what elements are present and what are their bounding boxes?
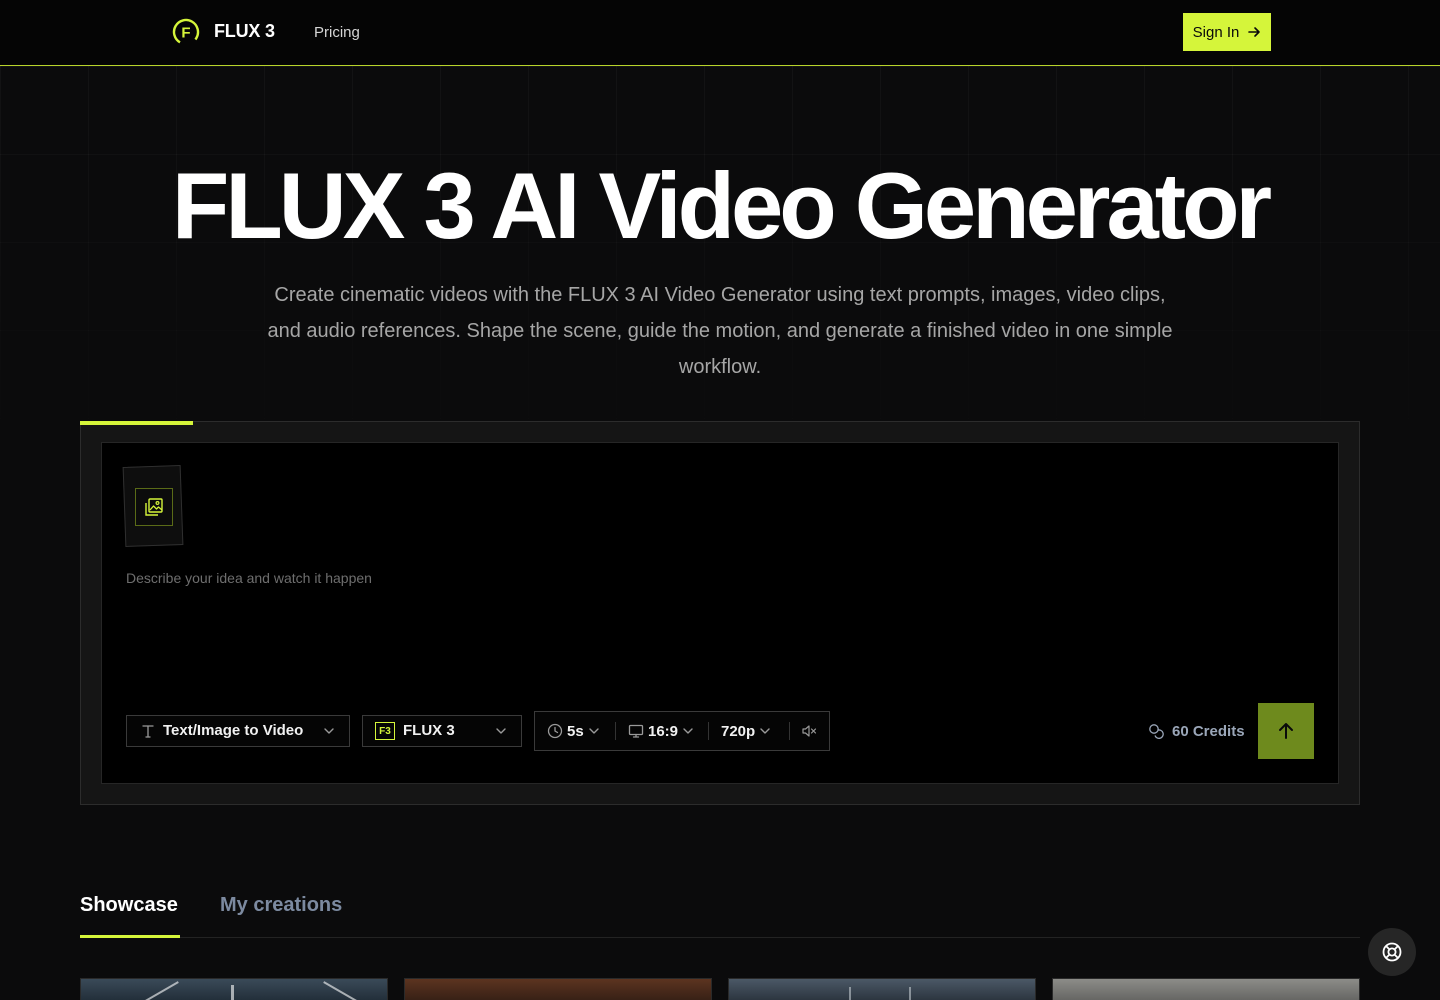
chevron-down-icon [495,725,507,737]
aspect-ratio-select[interactable]: 16:9 [628,712,694,750]
arrow-up-icon [1276,721,1296,741]
clock-icon [547,723,563,739]
sign-in-button[interactable]: Sign In [1183,13,1271,51]
tabs-divider [80,937,1360,938]
aspect-ratio-value: 16:9 [648,722,679,740]
options-divider [708,722,709,740]
light-streak [143,981,179,1000]
resolution-select[interactable]: 720p [721,712,771,750]
showcase-video-card[interactable] [728,978,1036,1000]
chevron-down-icon [323,725,335,737]
top-navbar: F FLUX 3 Pricing Sign In [0,0,1440,66]
credits-indicator: 60 Credits [1148,721,1245,741]
audio-toggle[interactable] [801,712,817,750]
nav-pricing-link[interactable]: Pricing [314,24,360,41]
showcase-video-card[interactable] [1052,978,1360,1000]
options-divider [789,722,790,740]
showcase-video-card[interactable] [80,978,388,1000]
chevron-down-icon [682,725,694,737]
light-streak [323,981,359,1000]
tab-my-creations[interactable]: My creations [220,894,342,917]
brand-name: FLUX 3 [214,21,275,41]
monitor-icon [628,723,644,739]
prompt-input[interactable] [126,570,1316,680]
chevron-down-icon [588,725,600,737]
generate-button[interactable] [1258,703,1314,759]
hero-subtitle: Create cinematic videos with the FLUX 3 … [267,284,1173,378]
showcase-video-card[interactable] [404,978,712,1000]
sign-in-label: Sign In [1192,23,1240,41]
tab-showcase[interactable]: Showcase [80,894,178,917]
brand-logo-icon[interactable]: F [172,18,200,46]
light-streak [849,987,851,1000]
model-select[interactable]: F3 FLUX 3 [362,715,522,747]
options-divider [615,722,616,740]
resolution-value: 720p [721,722,756,740]
model-badge: F3 [375,722,395,740]
help-button[interactable] [1368,928,1416,976]
arrow-right-icon [1247,25,1261,39]
duration-select[interactable]: 5s [547,712,600,750]
active-tab-indicator [80,935,180,938]
video-options-group: 5s 16:9 720p [534,711,830,751]
mode-select[interactable]: Text/Image to Video [126,715,350,747]
model-label: FLUX 3 [403,722,455,739]
coins-icon [1148,723,1164,739]
chevron-down-icon [759,725,771,737]
light-streak [909,987,911,1000]
mute-icon [801,723,817,739]
light-streak [231,985,234,1000]
logo-letter: F [181,25,190,42]
image-upload-icon [144,497,164,517]
page-title: FLUX 3 AI Video Generator [171,153,1272,258]
image-upload-button[interactable] [135,488,173,526]
text-icon [140,723,156,739]
panel-accent-bar [80,421,193,425]
duration-value: 5s [567,722,584,740]
lifebuoy-icon [1381,941,1403,963]
mode-label: Text/Image to Video [163,722,304,739]
credits-label: 60 Credits [1172,722,1245,740]
